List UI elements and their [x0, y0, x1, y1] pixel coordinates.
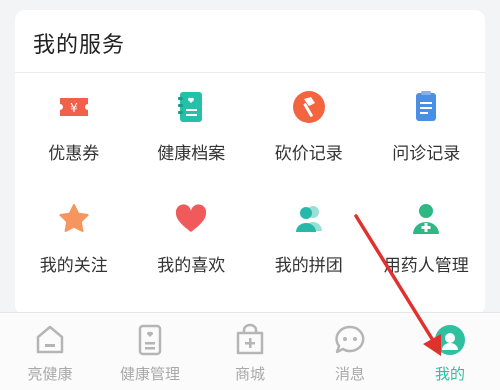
- services-grid: ¥ 优惠券 健康档案 砍价记录 问诊记录 我的关注 我的喜欢 我的拼团 用药人管…: [15, 85, 485, 309]
- svg-text:¥: ¥: [70, 101, 78, 115]
- service-health-record[interactable]: 健康档案: [133, 85, 251, 197]
- service-my-likes[interactable]: 我的喜欢: [133, 197, 251, 309]
- services-row: ¥ 优惠券 健康档案 砍价记录 问诊记录: [15, 85, 485, 197]
- service-my-follow[interactable]: 我的关注: [15, 197, 133, 309]
- health-manage-icon: [138, 324, 162, 356]
- tab-label: 消息: [334, 365, 365, 383]
- service-label: 问诊记录: [392, 144, 461, 164]
- section-title: 我的服务: [33, 33, 126, 58]
- tab-label: 健康管理: [119, 365, 180, 383]
- my-services-screen: 我的服务 ¥ 优惠券 健康档案 砍价记录 问诊记录 我的关注 我的喜欢 我的拼团…: [0, 0, 500, 390]
- tab-home[interactable]: 亮健康: [0, 313, 100, 390]
- tab-label: 商城: [234, 365, 265, 383]
- message-icon: [335, 325, 365, 354]
- health-record-icon: [178, 92, 203, 122]
- services-card: 我的服务 ¥ 优惠券 健康档案 砍价记录 问诊记录 我的关注 我的喜欢 我的拼团…: [15, 10, 485, 315]
- home-icon: [36, 325, 64, 354]
- coupon-icon: ¥: [59, 98, 88, 116]
- service-label: 优惠券: [48, 144, 100, 164]
- consult-record-icon: [416, 91, 437, 121]
- bargain-axe-icon: [292, 91, 325, 123]
- service-medication-users[interactable]: 用药人管理: [368, 197, 486, 309]
- medication-user-icon: [413, 204, 440, 234]
- service-label: 我的关注: [39, 256, 108, 276]
- mall-icon: [236, 323, 264, 355]
- service-label: 健康档案: [157, 144, 226, 164]
- tab-mall[interactable]: 商城: [200, 313, 300, 390]
- service-bargain-record[interactable]: 砍价记录: [250, 85, 368, 197]
- service-label: 我的拼团: [274, 256, 343, 276]
- star-icon: [59, 204, 89, 232]
- service-label: 砍价记录: [274, 144, 343, 164]
- tab-profile[interactable]: 我的: [400, 313, 500, 390]
- service-coupon[interactable]: ¥ 优惠券: [15, 85, 133, 197]
- services-row: 我的关注 我的喜欢 我的拼团 用药人管理: [15, 197, 485, 309]
- service-label: 用药人管理: [383, 256, 469, 276]
- profile-icon: [435, 325, 465, 355]
- bottom-tab-bar: 亮健康 健康管理 商城 消息 我的: [0, 312, 500, 390]
- tab-health-manage[interactable]: 健康管理: [100, 313, 200, 390]
- heart-icon: [176, 204, 207, 232]
- service-label: 我的喜欢: [157, 256, 226, 276]
- service-my-group-buy[interactable]: 我的拼团: [250, 197, 368, 309]
- service-consult-record[interactable]: 问诊记录: [368, 85, 486, 197]
- divider: [15, 72, 485, 73]
- group-users-icon: [295, 206, 322, 232]
- tab-label: 我的: [434, 365, 465, 383]
- tab-messages[interactable]: 消息: [300, 313, 400, 390]
- tab-label: 亮健康: [27, 365, 73, 383]
